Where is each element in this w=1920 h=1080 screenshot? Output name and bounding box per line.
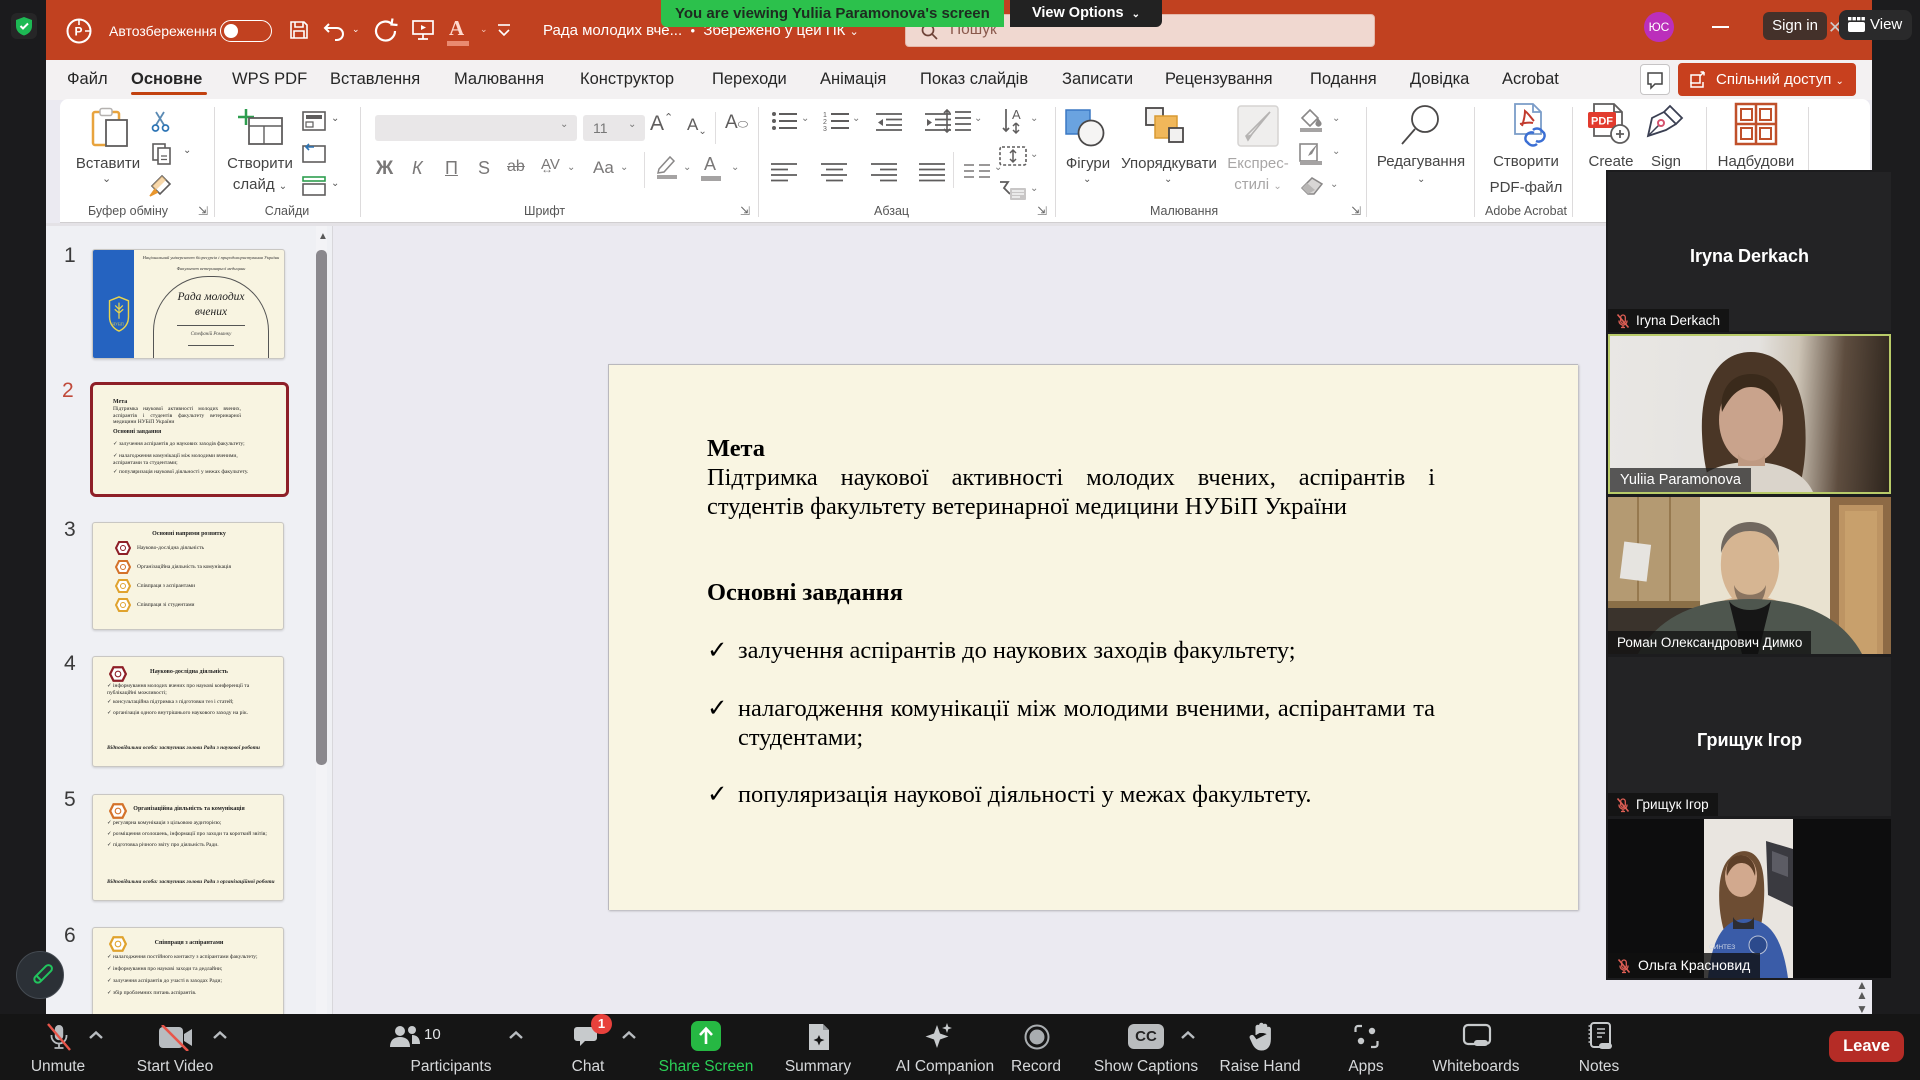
svg-text:1: 1 <box>823 112 827 119</box>
svg-text:2: 2 <box>823 119 827 126</box>
svg-text:НУБіП: НУБіП <box>112 322 124 326</box>
svg-text:PDF: PDF <box>1591 116 1613 128</box>
svg-text:A: A <box>1012 107 1021 122</box>
svg-text:СИНТЕЗ: СИНТЕЗ <box>1709 944 1735 951</box>
svg-text:3: 3 <box>823 126 827 132</box>
